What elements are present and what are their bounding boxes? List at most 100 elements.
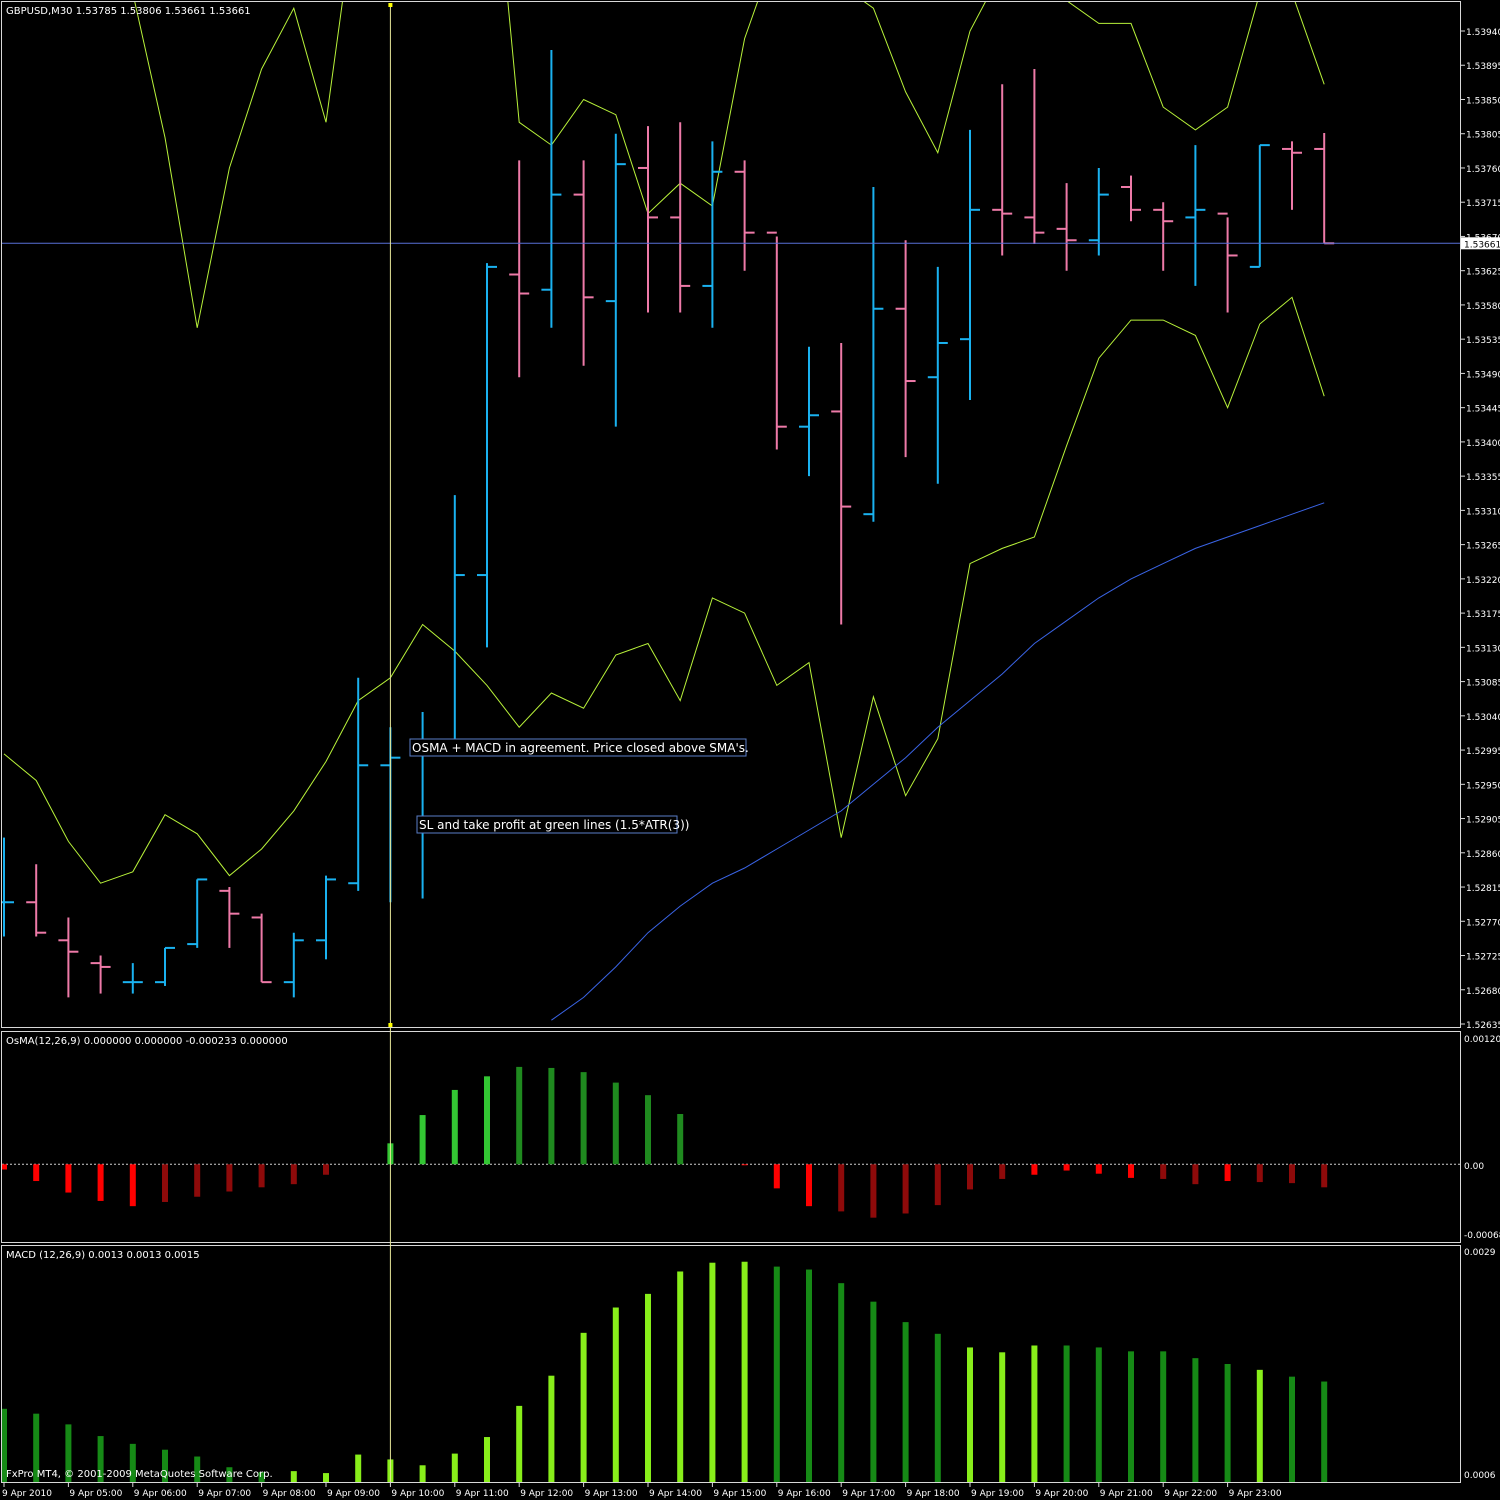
price-axis: 1.53940 1.53895 1.53850 1.53805 1.53760 1.537… <box>1460 28 1500 1031</box>
ohlc-bar <box>187 878 208 948</box>
macd-plot-area[interactable] <box>1 1261 1328 1482</box>
macd-bar <box>612 1307 619 1482</box>
time-tick-label: 9 Apr 23:00 <box>1229 1489 1282 1499</box>
osma-bar <box>612 1082 619 1165</box>
ohlc-bar <box>895 240 916 458</box>
osma-bar <box>323 1164 329 1175</box>
ohlc-bar <box>863 186 884 522</box>
osma-bar <box>1289 1164 1295 1184</box>
osma-bar <box>870 1164 877 1218</box>
macd-bar <box>355 1454 362 1482</box>
macd-bar <box>290 1471 297 1482</box>
osma-bar <box>838 1164 845 1212</box>
osma-bar <box>226 1164 233 1192</box>
osma-bottom-label: -0.000685 <box>1464 1231 1500 1241</box>
price-tick-label: 1.52725 <box>1466 953 1500 963</box>
ohlc-bar <box>573 160 594 366</box>
ohlc-bar <box>1282 141 1302 210</box>
macd-bar <box>677 1271 684 1482</box>
time-tick-label: 9 Apr 12:00 <box>520 1489 573 1499</box>
price-plot-area[interactable] <box>0 0 1460 1021</box>
osma-zero-label: 0.00 <box>1464 1162 1484 1172</box>
macd-bar <box>1321 1381 1328 1482</box>
ohlc-bar <box>1024 69 1045 245</box>
ohlc-bar <box>831 342 852 625</box>
macd-bar <box>1031 1345 1038 1482</box>
chart-canvas: 1.53940 1.53895 1.53850 1.53805 1.53760 1.537… <box>0 0 1500 1499</box>
osma-panel-title: OsMA(12,26,9) 0.000000 0.000000 -0.00023… <box>6 1036 288 1047</box>
time-tick-label: 9 Apr 08:00 <box>263 1489 316 1499</box>
time-tick-label: 9 Apr 05:00 <box>69 1489 122 1499</box>
time-tick-label: 9 Apr 17:00 <box>842 1489 895 1499</box>
macd-bar <box>645 1293 651 1482</box>
price-tick-label: 1.52635 <box>1466 1021 1500 1031</box>
osma-bar <box>773 1164 780 1189</box>
ohlc-bar <box>1056 183 1077 271</box>
main-panel-title: GBPUSD,M30 1.53785 1.53806 1.53661 1.536… <box>6 6 251 17</box>
macd-bar <box>773 1266 780 1482</box>
price-tick-label: 1.53355 <box>1466 473 1500 483</box>
ohlc-bar <box>155 946 175 986</box>
time-tick-label: 9 Apr 11:00 <box>456 1489 509 1499</box>
ohlc-bar <box>251 913 272 984</box>
time-tick-label: 9 Apr 07:00 <box>198 1489 251 1499</box>
macd-bar <box>1289 1376 1295 1482</box>
ohlc-bar <box>1121 175 1141 222</box>
price-tick-label: 1.53445 <box>1466 405 1500 415</box>
osma-plot-area[interactable] <box>1 1066 1460 1218</box>
ohlc-bar <box>1088 167 1109 256</box>
time-tick-label: 9 Apr 21:00 <box>1100 1489 1153 1499</box>
ohlc-bar <box>1249 144 1270 268</box>
osma-bar <box>902 1164 909 1214</box>
osma-bar <box>419 1115 426 1165</box>
macd-bar <box>516 1405 523 1482</box>
ohlc-bar <box>1185 145 1206 286</box>
price-tick-label: 1.52770 <box>1466 918 1500 928</box>
annotation-osma-macd[interactable]: OSMA + MACD in agreement. Price closed a… <box>409 738 749 757</box>
macd-bar <box>999 1352 1006 1482</box>
macd-bar <box>1063 1345 1070 1482</box>
macd-bar <box>806 1269 812 1482</box>
osma-bar <box>709 1133 715 1164</box>
time-tick-label: 9 Apr 10:00 <box>391 1489 444 1499</box>
price-tick-label: 1.53175 <box>1466 610 1500 620</box>
osma-bar <box>806 1164 812 1207</box>
time-tick-label: 9 Apr 06:00 <box>134 1489 187 1499</box>
time-tick-label: 9 Apr 22:00 <box>1164 1489 1217 1499</box>
osma-bar <box>999 1164 1006 1179</box>
ohlc-bar <box>219 887 240 948</box>
ohlc-bar <box>348 677 369 891</box>
time-tick-label: 9 Apr 15:00 <box>713 1489 766 1499</box>
osma-bar <box>194 1164 201 1197</box>
macd-bar <box>548 1375 555 1482</box>
macd-bar <box>484 1437 490 1482</box>
osma-bar <box>129 1164 136 1207</box>
ohlc-bar <box>26 864 47 937</box>
current-price-badge: 1.53661 <box>1461 237 1500 250</box>
ohlc-bar <box>734 160 755 271</box>
osma-bar <box>1160 1164 1167 1179</box>
osma-bar <box>548 1067 555 1165</box>
macd-bar <box>934 1333 941 1482</box>
ohlc-bar <box>992 84 1013 256</box>
ohlc-bar <box>2 837 14 937</box>
time-tick-label: 9 Apr 18:00 <box>907 1489 960 1499</box>
osma-bar <box>290 1164 297 1185</box>
annotation-sl-tp[interactable]: SL and take profit at green lines (1.5*A… <box>416 815 689 834</box>
sma-line <box>551 502 1325 1021</box>
main-panel-frame <box>1 1 1461 1028</box>
price-tick-label: 1.53085 <box>1466 679 1500 689</box>
macd-bar <box>1192 1358 1199 1482</box>
price-tick-label: 1.53310 <box>1466 507 1500 517</box>
osma-bar <box>1128 1164 1134 1178</box>
price-tick-label: 1.52860 <box>1466 850 1500 860</box>
time-tick-label: 9 Apr 19:00 <box>971 1489 1024 1499</box>
osma-bar <box>516 1066 523 1165</box>
time-axis: 9 Apr 2010 9 Apr 05:00 9 Apr 06:00 9 Apr 07… <box>2 1483 1282 1499</box>
macd-bar <box>741 1261 748 1482</box>
price-tick-label: 1.52680 <box>1466 987 1500 997</box>
ohlc-bar <box>444 495 465 754</box>
macd-bottom-label: 0.0006 <box>1464 1471 1496 1481</box>
price-tick-label: 1.53940 <box>1466 28 1500 38</box>
macd-bar <box>967 1347 973 1482</box>
